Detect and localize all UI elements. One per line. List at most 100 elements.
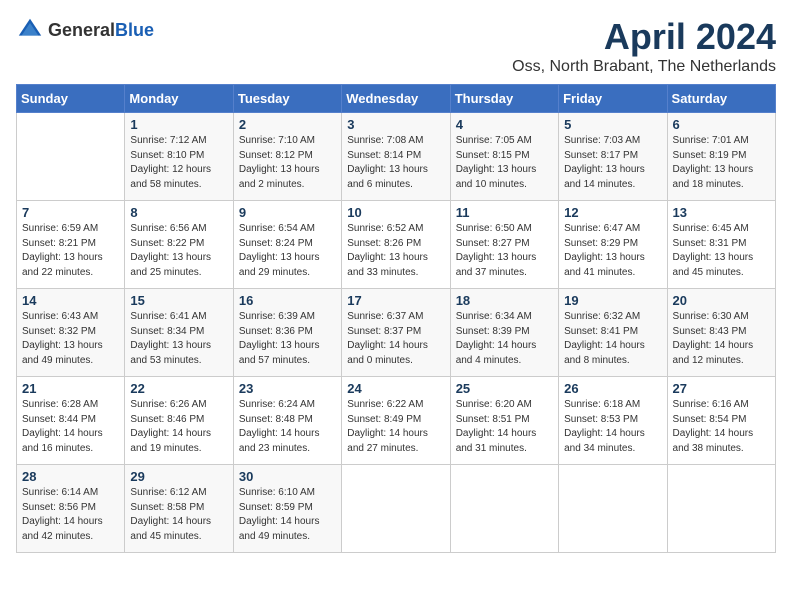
calendar-cell: 16 Sunrise: 6:39 AM Sunset: 8:36 PM Dayli… [233, 289, 341, 377]
day-info: Sunrise: 6:18 AM Sunset: 8:53 PM Dayligh… [564, 398, 661, 456]
calendar-cell: 26Sunrise: 6:18 AM Sunset: 8:53 PM Dayli… [559, 377, 667, 465]
calendar-cell: 23Sunrise: 6:24 AM Sunset: 8:48 PM Dayli… [233, 377, 341, 465]
location-subtitle: Oss, North Brabant, The Netherlands [512, 58, 776, 76]
day-info: Sunrise: 6:59 AM Sunset: 8:21 PM Dayligh… [22, 222, 119, 280]
calendar-cell: 15 Sunrise: 6:41 AM Sunset: 8:34 PM Dayli… [125, 289, 233, 377]
calendar-cell: 10Sunrise: 6:52 AM Sunset: 8:26 PM Dayli… [342, 201, 450, 289]
day-number: 17 [347, 293, 444, 308]
calendar-cell: 19 Sunrise: 6:32 AM Sunset: 8:41 PM Dayli… [559, 289, 667, 377]
day-number: 11 [456, 205, 553, 220]
calendar-cell [559, 465, 667, 553]
day-number: 28 [22, 469, 119, 484]
calendar-cell [667, 465, 775, 553]
calendar-week-row: 14 Sunrise: 6:43 AM Sunset: 8:32 PM Dayli… [17, 289, 776, 377]
day-info: Sunrise: 6:45 AM Sunset: 8:31 PM Dayligh… [673, 222, 770, 280]
day-info: Sunrise: 6:16 AM Sunset: 8:54 PM Dayligh… [673, 398, 770, 456]
calendar-cell [17, 113, 125, 201]
calendar-cell: 21 Sunrise: 6:28 AM Sunset: 8:44 PM Dayli… [17, 377, 125, 465]
calendar-cell: 3 Sunrise: 7:08 AM Sunset: 8:14 PM Daylig… [342, 113, 450, 201]
day-info: Sunrise: 6:14 AM Sunset: 8:56 PM Dayligh… [22, 486, 119, 544]
day-number: 22 [130, 381, 227, 396]
calendar-cell: 6 Sunrise: 7:01 AM Sunset: 8:19 PM Daylig… [667, 113, 775, 201]
day-number: 19 [564, 293, 661, 308]
day-info: Sunrise: 6:32 AM Sunset: 8:41 PM Dayligh… [564, 310, 661, 368]
calendar-cell: 11 Sunrise: 6:50 AM Sunset: 8:27 PM Dayli… [450, 201, 558, 289]
day-info: Sunrise: 6:43 AM Sunset: 8:32 PM Dayligh… [22, 310, 119, 368]
logo: GeneralBlue [16, 16, 154, 44]
weekday-header: Thursday [450, 85, 558, 113]
month-title: April 2024 [512, 16, 776, 58]
day-number: 20 [673, 293, 770, 308]
day-info: Sunrise: 7:08 AM Sunset: 8:14 PM Dayligh… [347, 134, 444, 192]
day-info: Sunrise: 6:47 AM Sunset: 8:29 PM Dayligh… [564, 222, 661, 280]
day-info: Sunrise: 6:41 AM Sunset: 8:34 PM Dayligh… [130, 310, 227, 368]
calendar-cell: 18 Sunrise: 6:34 AM Sunset: 8:39 PM Dayli… [450, 289, 558, 377]
day-info: Sunrise: 7:12 AM Sunset: 8:10 PM Dayligh… [130, 134, 227, 192]
day-number: 4 [456, 117, 553, 132]
calendar-cell [450, 465, 558, 553]
day-number: 18 [456, 293, 553, 308]
day-info: Sunrise: 6:56 AM Sunset: 8:22 PM Dayligh… [130, 222, 227, 280]
weekday-header: Sunday [17, 85, 125, 113]
calendar-cell: 7Sunrise: 6:59 AM Sunset: 8:21 PM Daylig… [17, 201, 125, 289]
day-number: 10 [347, 205, 444, 220]
calendar-week-row: 28 Sunrise: 6:14 AM Sunset: 8:56 PM Dayli… [17, 465, 776, 553]
day-number: 21 [22, 381, 119, 396]
day-info: Sunrise: 7:03 AM Sunset: 8:17 PM Dayligh… [564, 134, 661, 192]
day-info: Sunrise: 6:26 AM Sunset: 8:46 PM Dayligh… [130, 398, 227, 456]
calendar-cell: 29Sunrise: 6:12 AM Sunset: 8:58 PM Dayli… [125, 465, 233, 553]
calendar-cell: 28 Sunrise: 6:14 AM Sunset: 8:56 PM Dayli… [17, 465, 125, 553]
day-number: 14 [22, 293, 119, 308]
weekday-header: Saturday [667, 85, 775, 113]
day-number: 16 [239, 293, 336, 308]
calendar-cell: 22 Sunrise: 6:26 AM Sunset: 8:46 PM Dayli… [125, 377, 233, 465]
calendar-cell: 14 Sunrise: 6:43 AM Sunset: 8:32 PM Dayli… [17, 289, 125, 377]
calendar-cell: 8 Sunrise: 6:56 AM Sunset: 8:22 PM Daylig… [125, 201, 233, 289]
day-info: Sunrise: 6:34 AM Sunset: 8:39 PM Dayligh… [456, 310, 553, 368]
weekday-header: Friday [559, 85, 667, 113]
day-info: Sunrise: 6:22 AM Sunset: 8:49 PM Dayligh… [347, 398, 444, 456]
calendar-cell: 30 Sunrise: 6:10 AM Sunset: 8:59 PM Dayli… [233, 465, 341, 553]
day-info: Sunrise: 6:30 AM Sunset: 8:43 PM Dayligh… [673, 310, 770, 368]
day-info: Sunrise: 6:20 AM Sunset: 8:51 PM Dayligh… [456, 398, 553, 456]
calendar-cell: 20 Sunrise: 6:30 AM Sunset: 8:43 PM Dayli… [667, 289, 775, 377]
day-info: Sunrise: 7:05 AM Sunset: 8:15 PM Dayligh… [456, 134, 553, 192]
logo-text: GeneralBlue [48, 20, 154, 41]
day-number: 23 [239, 381, 336, 396]
calendar-cell: 5 Sunrise: 7:03 AM Sunset: 8:17 PM Daylig… [559, 113, 667, 201]
calendar-cell: 1Sunrise: 7:12 AM Sunset: 8:10 PM Daylig… [125, 113, 233, 201]
day-info: Sunrise: 6:12 AM Sunset: 8:58 PM Dayligh… [130, 486, 227, 544]
calendar-cell: 2 Sunrise: 7:10 AM Sunset: 8:12 PM Daylig… [233, 113, 341, 201]
day-number: 6 [673, 117, 770, 132]
calendar-cell: 9Sunrise: 6:54 AM Sunset: 8:24 PM Daylig… [233, 201, 341, 289]
day-number: 24 [347, 381, 444, 396]
day-number: 2 [239, 117, 336, 132]
calendar-cell: 27 Sunrise: 6:16 AM Sunset: 8:54 PM Dayli… [667, 377, 775, 465]
day-number: 15 [130, 293, 227, 308]
calendar-cell: 13 Sunrise: 6:45 AM Sunset: 8:31 PM Dayli… [667, 201, 775, 289]
day-info: Sunrise: 7:10 AM Sunset: 8:12 PM Dayligh… [239, 134, 336, 192]
day-number: 5 [564, 117, 661, 132]
weekday-header: Tuesday [233, 85, 341, 113]
day-number: 13 [673, 205, 770, 220]
day-info: Sunrise: 6:10 AM Sunset: 8:59 PM Dayligh… [239, 486, 336, 544]
day-number: 25 [456, 381, 553, 396]
weekday-header: Wednesday [342, 85, 450, 113]
day-number: 27 [673, 381, 770, 396]
day-info: Sunrise: 6:28 AM Sunset: 8:44 PM Dayligh… [22, 398, 119, 456]
day-info: Sunrise: 7:01 AM Sunset: 8:19 PM Dayligh… [673, 134, 770, 192]
day-info: Sunrise: 6:50 AM Sunset: 8:27 PM Dayligh… [456, 222, 553, 280]
calendar-week-row: 7Sunrise: 6:59 AM Sunset: 8:21 PM Daylig… [17, 201, 776, 289]
day-number: 8 [130, 205, 227, 220]
day-info: Sunrise: 6:54 AM Sunset: 8:24 PM Dayligh… [239, 222, 336, 280]
day-info: Sunrise: 6:39 AM Sunset: 8:36 PM Dayligh… [239, 310, 336, 368]
calendar-week-row: 21 Sunrise: 6:28 AM Sunset: 8:44 PM Dayli… [17, 377, 776, 465]
day-number: 12 [564, 205, 661, 220]
calendar-week-row: 1Sunrise: 7:12 AM Sunset: 8:10 PM Daylig… [17, 113, 776, 201]
logo-icon [16, 16, 44, 44]
page-header: GeneralBlue April 2024 Oss, North Braban… [16, 16, 776, 76]
day-number: 30 [239, 469, 336, 484]
calendar-cell: 17Sunrise: 6:37 AM Sunset: 8:37 PM Dayli… [342, 289, 450, 377]
day-number: 3 [347, 117, 444, 132]
calendar-cell: 25 Sunrise: 6:20 AM Sunset: 8:51 PM Dayli… [450, 377, 558, 465]
